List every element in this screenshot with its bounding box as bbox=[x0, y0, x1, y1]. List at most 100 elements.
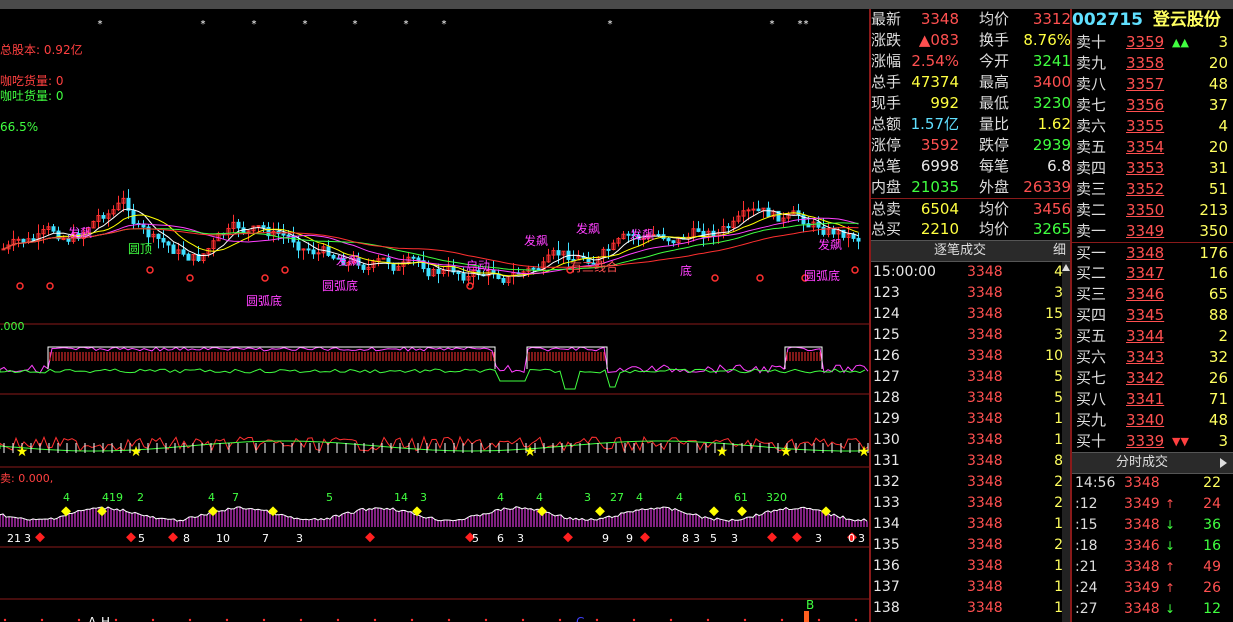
sell-level-row[interactable]: 卖三 3352 51 bbox=[1072, 179, 1233, 200]
candle-body bbox=[181, 249, 186, 255]
quote-label-2: 换手 bbox=[979, 31, 1010, 49]
tick-time: 133 bbox=[873, 495, 900, 511]
minute-time: :27 bbox=[1075, 601, 1098, 617]
sell-level-row[interactable]: 卖六 3355 4 bbox=[1072, 116, 1233, 137]
book-price: 3341 bbox=[1126, 390, 1165, 408]
tick-time: 129 bbox=[873, 411, 900, 427]
sell-level-row[interactable]: 卖九 3358 20 bbox=[1072, 53, 1233, 74]
quote-row: 涨跌 ▲083 换手 8.76% bbox=[871, 30, 1071, 51]
quote-value: 2.54% bbox=[911, 52, 959, 70]
candle-body bbox=[666, 238, 671, 242]
indicator3-number: 4 bbox=[676, 491, 683, 504]
candle-body bbox=[671, 240, 676, 244]
indicator1-label: .000 bbox=[0, 320, 25, 333]
up-arrow-icon: ↑ bbox=[1165, 560, 1176, 574]
book-price: 3355 bbox=[1126, 117, 1165, 135]
buy-level-row[interactable]: 买五 3344 2 bbox=[1072, 326, 1233, 347]
tick-volume: 2 bbox=[1054, 495, 1063, 511]
sell-level-row[interactable]: 卖八 3357 48 bbox=[1072, 74, 1233, 95]
candle-body bbox=[361, 264, 366, 270]
tick-row: 132 3348 2 bbox=[871, 472, 1071, 493]
candle-body bbox=[296, 241, 301, 251]
minute-time: :21 bbox=[1075, 559, 1098, 575]
book-level-label: 买一 bbox=[1076, 244, 1107, 262]
bottom-dot bbox=[558, 618, 562, 622]
indicator3-number: 3 bbox=[24, 532, 31, 545]
sell-level-row[interactable]: 卖四 3353 31 bbox=[1072, 158, 1233, 179]
candle-body bbox=[331, 254, 336, 259]
buy-level-row[interactable]: 买七 3342 26 bbox=[1072, 368, 1233, 389]
buy-level-row[interactable]: 买十 3339 ▼▼ 3 bbox=[1072, 431, 1233, 452]
kline-chart-area[interactable]: * * * * * * * * * * *发飙圆顶发飙圆弧底发飙发飙 发飙发飙圆弧底启动圆弧底有三线合… bbox=[0, 9, 870, 622]
indicator3-number: 61 bbox=[734, 491, 748, 504]
tick-trades-header[interactable]: 逐笔成交 bbox=[871, 240, 1049, 262]
down-arrow-icon: ↓ bbox=[1165, 518, 1176, 532]
tick-price: 3348 bbox=[967, 348, 1003, 364]
buy-level-row[interactable]: 买九 3340 48 bbox=[1072, 410, 1233, 431]
tick-detail-button[interactable]: 细 bbox=[1049, 240, 1070, 262]
indicator3-number: 8 bbox=[183, 532, 190, 545]
sell-level-row[interactable]: 卖七 3356 37 bbox=[1072, 95, 1233, 116]
candle-body bbox=[821, 226, 826, 235]
book-price: 3345 bbox=[1126, 306, 1165, 324]
quote-label: 总买 bbox=[871, 220, 902, 238]
tick-volume: 10 bbox=[1045, 348, 1063, 364]
candle-body bbox=[816, 221, 821, 228]
star-marker: * bbox=[442, 19, 447, 30]
bottom-dot bbox=[669, 618, 673, 622]
candle-body bbox=[16, 238, 21, 241]
indicator3-number: 4 bbox=[497, 491, 504, 504]
book-volume: 3 bbox=[1218, 432, 1228, 450]
quote-value: 21035 bbox=[911, 178, 959, 196]
minute-trades-header[interactable]: 分时成交 bbox=[1072, 452, 1212, 474]
quote-row: 总额 1.57亿 量比 1.62 bbox=[871, 114, 1071, 135]
book-level-label: 买七 bbox=[1076, 369, 1107, 387]
candle-body bbox=[726, 226, 731, 229]
indicator3-number: 4 bbox=[636, 491, 643, 504]
stock-header: 002715 登云股份 bbox=[1072, 9, 1233, 32]
candle-body bbox=[256, 225, 261, 228]
minute-price: 3348 bbox=[1124, 475, 1160, 491]
indicator3-number: 0 bbox=[848, 532, 855, 545]
stock-name: 登云股份 bbox=[1152, 10, 1221, 30]
buy-signal-circle bbox=[186, 274, 194, 282]
tick-price: 3348 bbox=[967, 327, 1003, 343]
buy-level-row[interactable]: 买一 3348 176 bbox=[1072, 242, 1233, 264]
book-price: 3357 bbox=[1126, 75, 1165, 93]
candle-body bbox=[456, 271, 461, 275]
pattern-label: 发飙 bbox=[68, 225, 92, 240]
tick-price: 3348 bbox=[967, 285, 1003, 301]
candle-body bbox=[411, 256, 416, 259]
buy-level-row[interactable]: 买六 3343 32 bbox=[1072, 347, 1233, 368]
quote-label: 涨跌 bbox=[871, 31, 902, 49]
sell-level-row[interactable]: 卖二 3350 213 bbox=[1072, 200, 1233, 221]
quote-label-2: 最低 bbox=[979, 94, 1010, 112]
buy-level-row[interactable]: 买三 3346 65 bbox=[1072, 284, 1233, 305]
quote-label: 内盘 bbox=[871, 178, 902, 196]
tick-volume: 1 bbox=[1054, 600, 1063, 616]
pattern-label: 圆顶 bbox=[128, 242, 152, 256]
sell-level-row[interactable]: 卖一 3349 350 bbox=[1072, 221, 1233, 242]
red-diamond bbox=[35, 532, 45, 543]
book-level-label: 卖九 bbox=[1076, 54, 1107, 72]
candle-body bbox=[31, 238, 36, 241]
tick-price: 3348 bbox=[967, 306, 1003, 322]
buy-signal-circle bbox=[281, 266, 289, 274]
yellow-diamond bbox=[595, 506, 605, 517]
quote-label: 涨停 bbox=[871, 136, 902, 154]
buy-level-row[interactable]: 买四 3345 88 bbox=[1072, 305, 1233, 326]
sell-level-row[interactable]: 卖五 3354 20 bbox=[1072, 137, 1233, 158]
red-diamond bbox=[126, 532, 136, 543]
book-price: 3352 bbox=[1126, 180, 1165, 198]
sell-level-row[interactable]: 卖十 3359 ▲▲ 3 bbox=[1072, 32, 1233, 53]
minute-expand-button[interactable] bbox=[1212, 452, 1233, 474]
buy-level-row[interactable]: 买八 3341 71 bbox=[1072, 389, 1233, 410]
quote-label-2: 均价 bbox=[979, 10, 1010, 28]
pattern-label: 启动 bbox=[466, 259, 490, 273]
red-diamond bbox=[365, 532, 375, 543]
minute-trades-title: 分时成交 bbox=[1115, 455, 1168, 470]
tick-volume: 1 bbox=[1054, 516, 1063, 532]
buy-level-row[interactable]: 买二 3347 16 bbox=[1072, 263, 1233, 284]
tick-row: 128 3348 5 bbox=[871, 388, 1071, 409]
book-volume: 88 bbox=[1208, 306, 1228, 324]
